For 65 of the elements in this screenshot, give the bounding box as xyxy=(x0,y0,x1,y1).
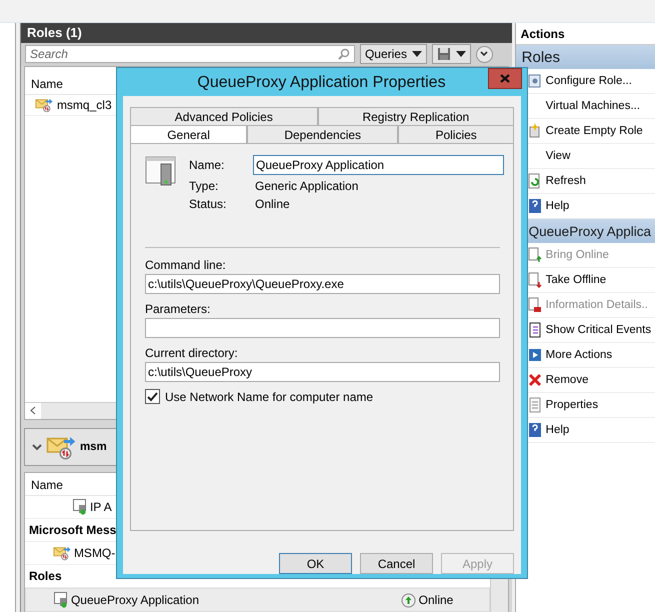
envelope-icon xyxy=(34,96,53,112)
tab[interactable]: Policies xyxy=(398,125,514,143)
online-icon xyxy=(400,592,416,608)
details-title: msm xyxy=(80,441,107,454)
action-group-header[interactable]: Roles xyxy=(516,45,655,69)
application-icon xyxy=(145,155,177,187)
chevron-icon[interactable] xyxy=(32,444,42,451)
application-icon xyxy=(54,592,68,608)
document-lock-icon xyxy=(528,297,542,313)
sparkle-icon xyxy=(528,123,542,139)
save-query-button[interactable] xyxy=(432,44,471,64)
checkbox[interactable] xyxy=(145,389,160,404)
play-icon xyxy=(528,347,542,363)
expand-button[interactable] xyxy=(476,46,493,63)
input-field[interactable]: c:\utils\QueueProxy\QueueProxy.exe xyxy=(145,274,500,294)
resource-row[interactable]: QueueProxy Application Online xyxy=(24,588,490,612)
queries-button[interactable]: Queries xyxy=(360,44,427,64)
status-text: Online xyxy=(418,593,454,608)
resource-name: IP A xyxy=(90,500,113,514)
input-field[interactable]: c:\utils\QueueProxy xyxy=(145,362,500,382)
field-label: Command line: xyxy=(145,258,227,272)
search-field[interactable]: Search xyxy=(24,45,355,64)
field-value: Online xyxy=(254,197,291,211)
search-icon xyxy=(338,48,350,60)
resource-name: MSMQ- xyxy=(74,546,116,560)
wizard-icon xyxy=(528,73,542,89)
properties-icon xyxy=(528,397,542,413)
name-field[interactable]: QueueProxy Application xyxy=(253,155,504,175)
dialog-title: QueueProxy Application Properties xyxy=(196,73,447,93)
checkbox-label: Use Network Name for computer name xyxy=(165,390,374,404)
document-up-icon xyxy=(528,247,542,263)
field-label: Name: xyxy=(189,158,226,172)
scroll-left-button[interactable] xyxy=(24,402,41,419)
tab[interactable]: Dependencies xyxy=(247,125,398,143)
tab[interactable]: Advanced Policies xyxy=(130,107,318,125)
caret-icon xyxy=(456,51,466,58)
envelope-icon xyxy=(52,545,71,561)
field-value: Generic Application xyxy=(254,179,360,193)
field-label: Type: xyxy=(189,179,220,193)
close-icon xyxy=(500,74,510,83)
envelope-icon xyxy=(46,434,76,460)
help-icon xyxy=(528,422,542,438)
chevron-icon xyxy=(480,51,488,58)
group-title: Microsoft Mess xyxy=(28,523,118,538)
dialog-button[interactable]: OK xyxy=(279,553,352,574)
field-label: Status: xyxy=(189,197,228,211)
resource-name: QueueProxy Application xyxy=(70,593,200,608)
cross-icon xyxy=(528,372,542,388)
chevron-left-icon xyxy=(30,406,36,416)
tab[interactable]: Registry Replication xyxy=(318,107,514,125)
help-icon xyxy=(528,198,542,214)
field-label: Current directory: xyxy=(145,346,239,360)
event-log-icon xyxy=(528,322,542,338)
close-button[interactable] xyxy=(488,68,522,89)
document-down-icon xyxy=(528,272,542,288)
server-icon xyxy=(72,499,87,516)
dialog-button[interactable]: Cancel xyxy=(360,553,433,574)
refresh-icon xyxy=(528,173,542,189)
field-label: Parameters: xyxy=(145,302,212,316)
row-text: msmq_cl3 xyxy=(56,98,112,112)
tab[interactable]: General xyxy=(130,125,248,143)
input-field[interactable] xyxy=(145,318,500,338)
group-title: Roles xyxy=(28,569,63,584)
panel-title: Roles (1) xyxy=(20,23,512,43)
caret-icon xyxy=(412,51,422,58)
